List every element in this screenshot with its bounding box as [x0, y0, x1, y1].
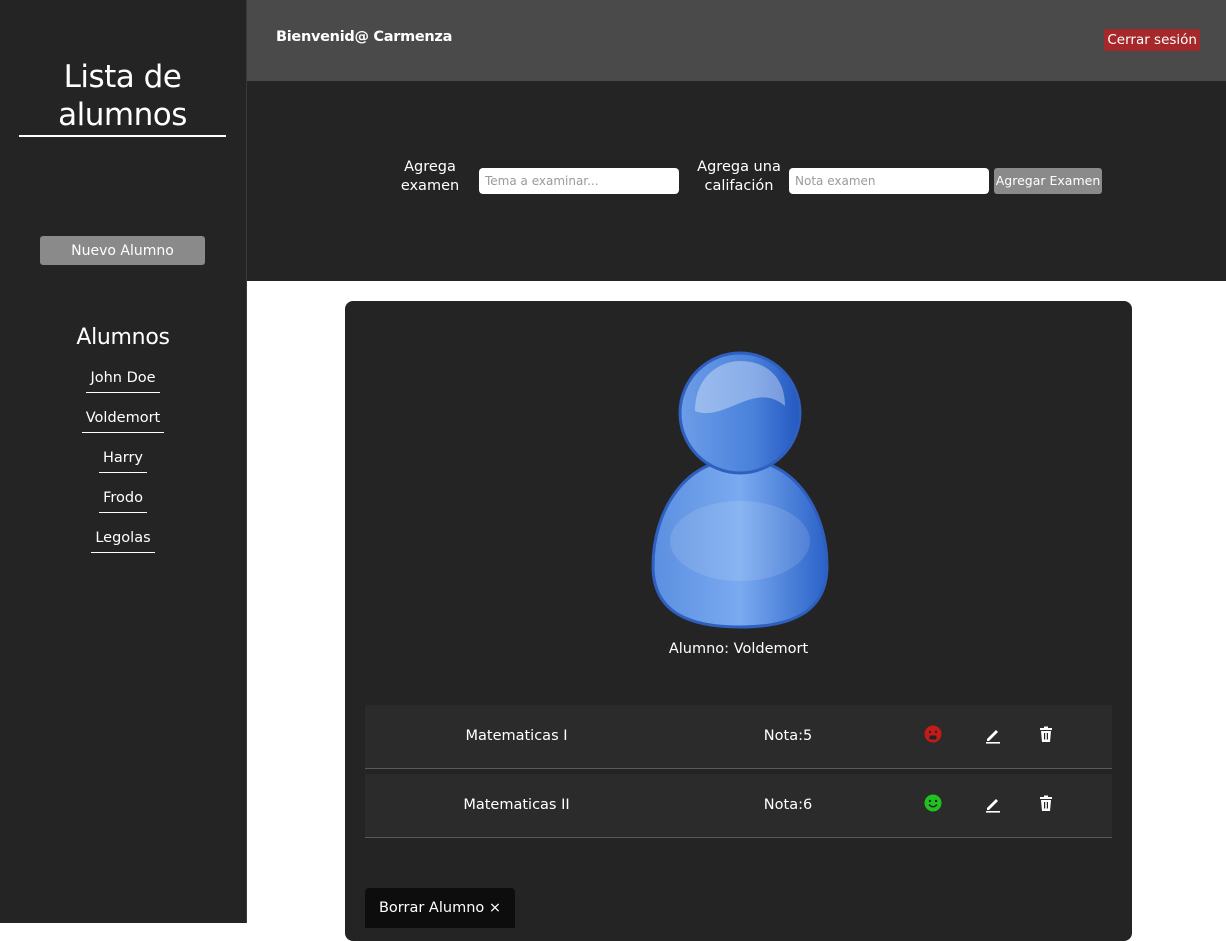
new-student-button[interactable]: Nuevo Alumno — [40, 236, 205, 265]
pencil-icon[interactable] — [984, 726, 1002, 744]
student-link-voldemort[interactable]: Voldemort — [81, 408, 165, 433]
student-list-item: Voldemort — [0, 408, 246, 448]
pencil-icon[interactable] — [984, 795, 1002, 813]
trash-icon[interactable] — [1037, 794, 1055, 812]
student-list-item: Legolas — [0, 528, 246, 568]
exam-subject: Matematicas II — [463, 797, 570, 813]
exam-grade: Nota:6 — [763, 797, 813, 813]
student-card: Alumno: Voldemort Matematicas I Nota:5 M… — [345, 301, 1132, 941]
student-list-item: John Doe — [0, 368, 246, 408]
student-list-item: Frodo — [0, 488, 246, 528]
student-link-legolas[interactable]: Legolas — [91, 528, 155, 553]
exam-row: Matematicas I Nota:5 — [365, 705, 1112, 769]
student-name-label: Alumno: Voldemort — [668, 641, 809, 657]
top-header: Bienvenid@ Carmenza Cerrar sesión — [247, 0, 1226, 81]
student-link-frodo[interactable]: Frodo — [99, 488, 147, 513]
topic-input[interactable] — [479, 168, 679, 194]
topic-label: Agrega examen — [400, 159, 460, 194]
exam-subject: Matematicas I — [465, 728, 568, 744]
grade-label: Agrega una califación — [697, 159, 781, 194]
exam-row: Matematicas II Nota:6 — [365, 774, 1112, 838]
student-link-harry[interactable]: Harry — [98, 448, 148, 473]
student-list: John Doe Voldemort Harry Frodo Legolas — [0, 368, 246, 568]
sad-face-icon — [924, 725, 942, 743]
welcome-message: Bienvenid@ Carmenza — [276, 29, 453, 45]
user-avatar-icon — [651, 351, 829, 629]
sidebar: Lista de alumnos Nuevo Alumno Alumnos Jo… — [0, 0, 247, 923]
logout-button[interactable]: Cerrar sesión — [1104, 29, 1200, 51]
add-exam-button[interactable]: Agregar Examen — [994, 168, 1102, 194]
student-list-item: Harry — [0, 448, 246, 488]
delete-student-button[interactable]: Borrar Alumno × — [365, 888, 515, 928]
trash-icon[interactable] — [1037, 725, 1055, 743]
exam-grade: Nota:5 — [763, 728, 813, 744]
grade-input[interactable] — [789, 168, 989, 194]
student-link-john-doe[interactable]: John Doe — [86, 368, 160, 393]
happy-face-icon — [924, 794, 942, 812]
students-heading: Alumnos — [76, 325, 170, 350]
add-exam-form: Agrega examen Agrega una califación Agre… — [247, 81, 1226, 281]
sidebar-title: Lista de alumnos — [19, 58, 226, 137]
